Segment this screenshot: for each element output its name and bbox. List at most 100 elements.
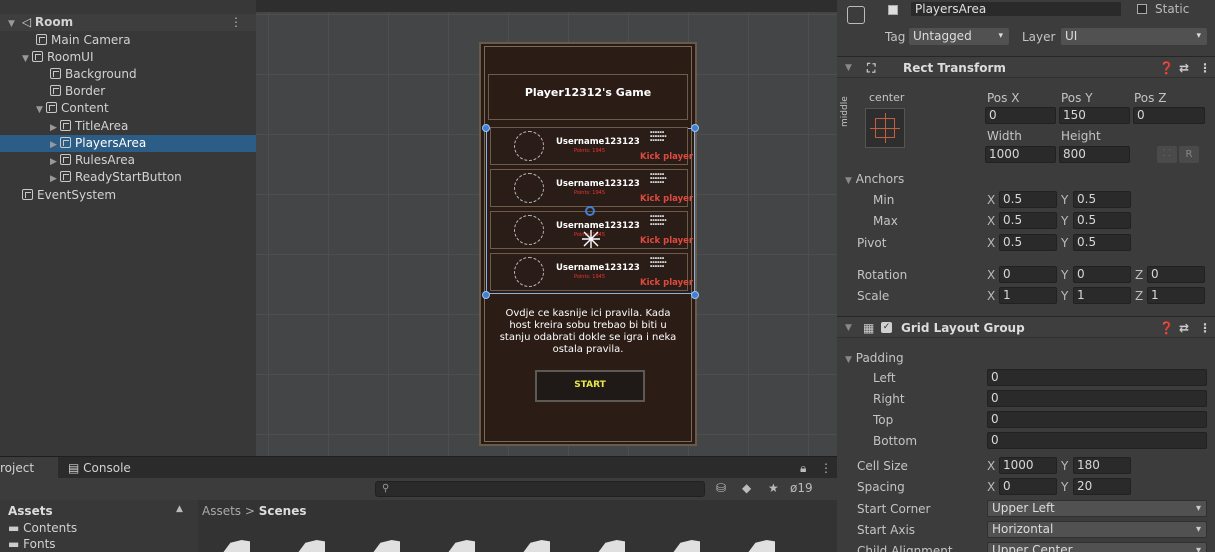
search-input[interactable]: ⚲ [375,481,705,497]
kick-player-button[interactable]: Kick player [640,236,693,246]
posz-field[interactable]: 0 [1133,107,1205,124]
favorite-star-icon[interactable]: ★ [768,481,779,495]
tab-project[interactable]: roject [0,457,58,479]
cell-size-y-field[interactable]: 180 [1073,457,1131,474]
layer-dropdown[interactable]: UI ▾ [1061,28,1207,45]
hierarchy-item-eventsystem[interactable]: EventSystem [0,187,256,204]
scale-z-field[interactable]: 1 [1147,287,1205,304]
active-checkbox[interactable] [888,5,898,15]
rotation-y-field[interactable]: 0 [1073,266,1131,283]
kick-player-button[interactable]: Kick player [640,278,693,288]
anchors-foldout[interactable]: ▼ Anchors [845,172,904,186]
gameobject-icon [847,6,865,24]
help-icon[interactable]: ❓ [1159,57,1174,79]
hidden-packages-toggle[interactable]: ø19 [790,481,813,495]
gameobject-icon [46,102,57,113]
start-corner-label: Start Corner [857,502,931,516]
scene-name: Room [34,15,74,29]
expand-arrow-icon[interactable]: ▼ [8,16,18,33]
height-field[interactable]: 800 [1059,146,1130,163]
gameobject-icon [36,34,47,45]
rotation-x-field[interactable]: 0 [999,266,1057,283]
pivot-x-field[interactable]: 0.5 [999,234,1057,251]
hierarchy-item-rulesarea[interactable]: ▶ RulesArea [0,152,256,169]
anchor-min-x-field[interactable]: 0.5 [999,191,1057,208]
spacing-y-field[interactable]: 20 [1073,478,1131,495]
padding-left-field[interactable]: 0 [987,369,1207,386]
posy-field[interactable]: 150 [1059,107,1130,124]
hierarchy-scene-row[interactable]: ▼ ◁ Room ⋮ [0,14,256,31]
item-label: RoomUI [47,50,94,64]
anchor-max-x-field[interactable]: 0.5 [999,212,1057,229]
layer-label: Layer [1022,30,1056,44]
padding-foldout[interactable]: ▼ Padding [845,351,904,365]
cell-size-x-field[interactable]: 1000 [999,457,1057,474]
width-field[interactable]: 1000 [985,146,1056,163]
hierarchy-item-readystartbutton[interactable]: ▶ ReadyStartButton [0,169,256,186]
expand-arrow-icon[interactable]: ▼ [36,102,46,119]
raw-edit-button[interactable]: R [1179,146,1199,163]
anchor-max-y-field[interactable]: 0.5 [1073,212,1131,229]
settings-sliders-icon[interactable]: ⇄ [1179,57,1189,79]
hierarchy-item-content[interactable]: ▼ Content [0,100,256,117]
rect-handle-icon[interactable] [482,291,490,299]
rect-transform-header[interactable]: ▼ ⛶ Rect Transform ❓ ⇄ ⋮ [837,56,1215,78]
child-alignment-dropdown[interactable]: Upper Center [987,542,1207,552]
x-label: X [987,459,996,473]
posx-field[interactable]: 0 [985,107,1056,124]
anchor-presets-button[interactable] [865,108,905,148]
lock-icon[interactable]: 🔒︎ [800,457,806,479]
spacing-x-field[interactable]: 0 [999,478,1057,495]
scale-x-field[interactable]: 1 [999,287,1057,304]
settings-sliders-icon[interactable]: ⇄ [1179,317,1189,339]
hierarchy-item-background[interactable]: Background [0,66,256,83]
hierarchy-item-border[interactable]: Border [0,83,256,100]
padding-bottom-field[interactable]: 0 [987,432,1207,449]
static-checkbox[interactable] [1137,4,1147,14]
filter-type-icon[interactable]: ⛁ [716,481,726,495]
object-name-field[interactable]: PlayersArea [911,2,1121,16]
folder-fonts[interactable]: ▬ Fonts [8,537,56,551]
component-menu-icon[interactable]: ⋮ [1199,57,1211,79]
rect-handle-icon[interactable] [691,124,699,132]
component-menu-icon[interactable]: ⋮ [1199,317,1211,339]
scale-y-field[interactable]: 1 [1073,287,1131,304]
start-axis-dropdown[interactable]: Horizontal [987,521,1207,538]
hierarchy-item-playersarea[interactable]: ▶ PlayersArea [0,135,256,152]
enabled-checkbox[interactable]: ✓ [881,322,892,333]
padding-right-field[interactable]: 0 [987,390,1207,407]
assets-root[interactable]: Assets [8,504,53,518]
pivot-y-field[interactable]: 0.5 [1073,234,1131,251]
collapse-arrow-icon[interactable]: ▼ [845,317,852,339]
breadcrumb-root[interactable]: Assets [202,504,241,518]
anchor-icon[interactable] [580,228,602,250]
grid-layout-group-header[interactable]: ▼ ▦ ✓ Grid Layout Group ❓ ⇄ ⋮ [837,316,1215,338]
tab-console[interactable]: ▤ Console [68,457,131,479]
hierarchy-item-roomui[interactable]: ▼ RoomUI [0,49,256,66]
padding-top-field[interactable]: 0 [987,411,1207,428]
rect-handle-icon[interactable] [482,124,490,132]
hierarchy-item-main-camera[interactable]: Main Camera [0,32,256,49]
collapse-arrow-icon[interactable]: ▼ [845,57,852,79]
help-icon[interactable]: ❓ [1159,317,1174,339]
rect-handle-icon[interactable] [691,291,699,299]
breadcrumb-current[interactable]: Scenes [259,504,307,518]
pivot-icon[interactable] [585,206,595,216]
start-corner-dropdown[interactable]: Upper Left [987,500,1207,517]
folder-contents[interactable]: ▬ Contents [8,521,77,535]
blueprint-mode-icon[interactable]: ⸬ [1157,146,1177,163]
anchors-label: Anchors [855,172,905,186]
panel-menu-icon[interactable]: ⋮ [820,457,832,479]
scene-menu-icon[interactable]: ⋮ [230,14,242,31]
rotation-z-field[interactable]: 0 [1147,266,1205,283]
kick-player-button[interactable]: Kick player [640,152,693,162]
hierarchy-item-titlearea[interactable]: ▶ TitleArea [0,118,256,135]
filter-label-icon[interactable]: ◆ [742,481,751,495]
player-username: Username123123 [556,263,640,273]
tag-dropdown[interactable]: Untagged ▾ [909,28,1009,45]
kick-player-button[interactable]: Kick player [640,194,693,204]
anchor-min-y-field[interactable]: 0.5 [1073,191,1131,208]
tab-label: roject [0,461,35,475]
collapsed-arrow-icon[interactable]: ▶ [50,171,60,188]
collapse-arrow-icon[interactable]: ▲ [176,504,183,514]
